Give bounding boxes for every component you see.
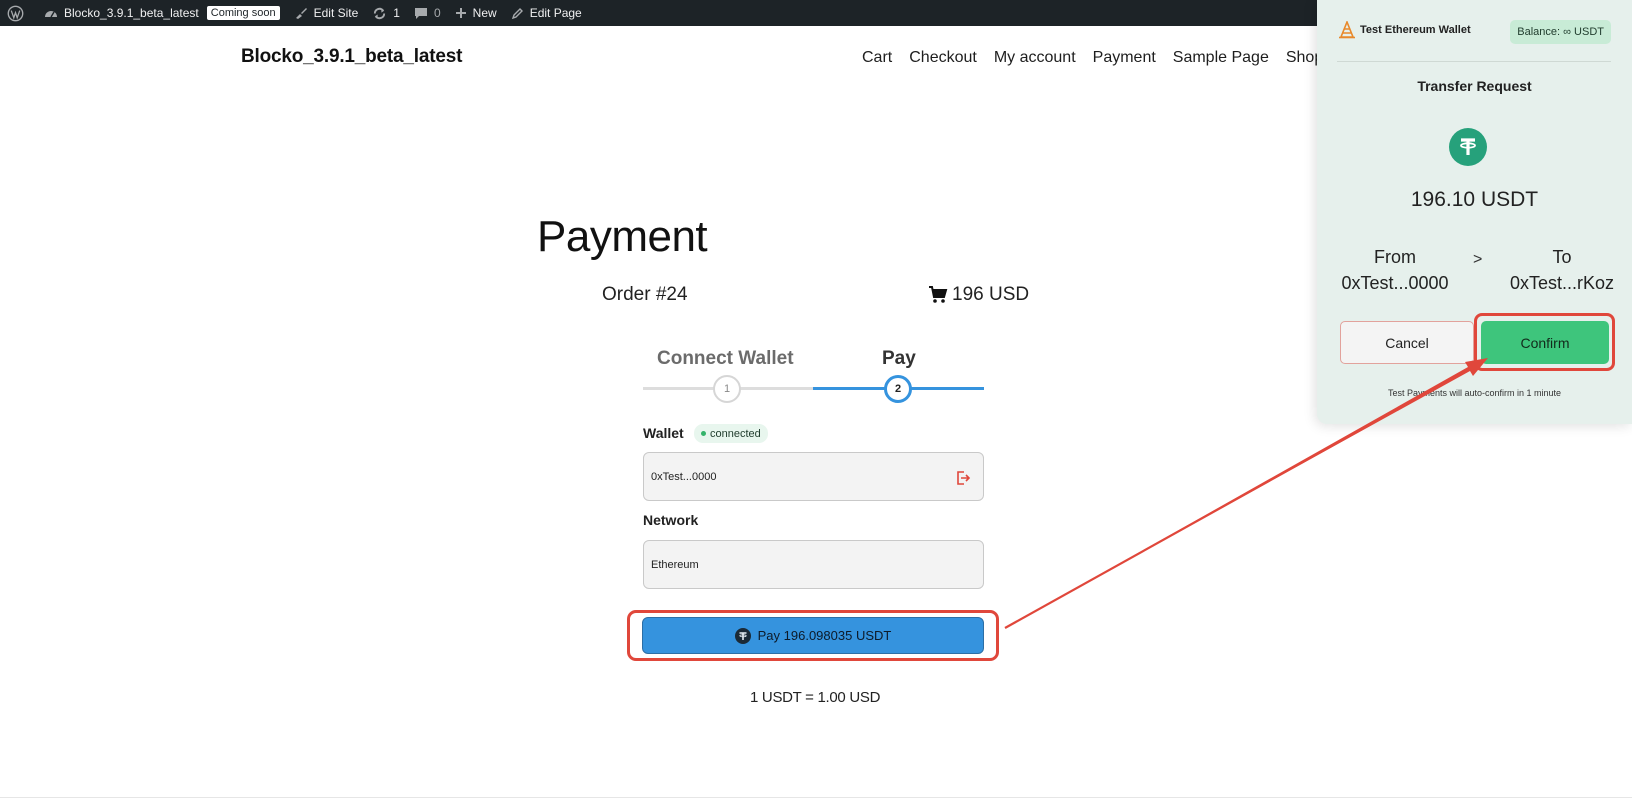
new-content-link[interactable]: New (448, 0, 504, 26)
comments-link[interactable]: 0 (407, 0, 448, 26)
auto-confirm-note: Test Payments will auto-confirm in 1 min… (1387, 388, 1562, 398)
transfer-amount: 196.10 USDT (1410, 188, 1539, 211)
nav-item-payment[interactable]: Payment (1093, 49, 1156, 67)
transfer-request-title: Transfer Request (1417, 78, 1532, 94)
updates-link[interactable]: 1 (365, 0, 407, 26)
network-label: Network (643, 512, 699, 528)
wallet-popup-header: Test Ethereum Wallet (1338, 21, 1471, 39)
step-pay-label: Pay (882, 348, 916, 369)
transfer-arrow: > (1473, 251, 1483, 268)
pay-button[interactable]: Pay 196.098035 USDT (642, 617, 984, 654)
edit-page-label: Edit Page (529, 6, 582, 20)
footer-divider (0, 797, 1632, 798)
wallet-address: 0xTest...0000 (651, 470, 717, 483)
tether-token-icon (1449, 128, 1487, 166)
from-label: From (1374, 247, 1416, 267)
nav-item-my-account[interactable]: My account (994, 49, 1076, 67)
pencil-icon (511, 7, 523, 19)
tether-icon (734, 627, 751, 644)
disconnect-icon[interactable] (955, 470, 971, 486)
step-1-indicator: 1 (713, 375, 741, 403)
comment-icon (414, 8, 427, 19)
cart-icon (929, 286, 948, 303)
exchange-rate: 1 USDT = 1.00 USD (750, 689, 881, 706)
connected-status: connected (710, 427, 761, 440)
page-title: Payment (537, 212, 708, 261)
step-2-indicator: 2 (884, 375, 912, 403)
updates-icon (374, 7, 386, 19)
wallet-popup-divider (1337, 61, 1611, 62)
plus-icon (455, 8, 466, 18)
wallet-label: Wallet (643, 425, 684, 441)
wordpress-icon (7, 5, 24, 21)
order-total: 196 USD (928, 284, 1029, 306)
pay-button-label: Pay 196.098035 USDT (757, 628, 892, 643)
to-label: To (1552, 247, 1572, 267)
coming-soon-badge[interactable]: Coming soon (206, 6, 280, 20)
order-total-amount: 196 USD (952, 284, 1030, 305)
step-connect-wallet-label: Connect Wallet (657, 348, 794, 369)
transfer-to: To 0xTest...rKoz (1502, 244, 1622, 296)
status-dot-icon (701, 431, 706, 436)
primary-nav: Cart Checkout My account Payment Sample … (862, 49, 1323, 67)
wordpress-logo-button[interactable] (0, 0, 37, 26)
nav-item-checkout[interactable]: Checkout (909, 49, 977, 67)
wallet-popup: Test Ethereum Wallet Balance: ∞ USDT Tra… (1317, 0, 1632, 424)
admin-site-name: Blocko_3.9.1_beta_latest (64, 6, 199, 20)
screen: Blocko_3.9.1_beta_latest Coming soon Edi… (0, 0, 1632, 801)
updates-count: 1 (393, 6, 400, 20)
to-address: 0xTest...rKoz (1509, 273, 1615, 293)
edit-site-link[interactable]: Edit Site (287, 0, 366, 26)
wallet-balance-badge: Balance: ∞ USDT (1510, 20, 1611, 44)
edit-site-label: Edit Site (313, 6, 359, 20)
network-value: Ethereum (651, 558, 699, 571)
nav-item-sample-page[interactable]: Sample Page (1173, 49, 1269, 67)
network-select[interactable]: Ethereum (643, 540, 984, 589)
admin-site-name-link[interactable]: Blocko_3.9.1_beta_latest Coming soon (37, 0, 287, 26)
wallet-address-field[interactable]: 0xTest...0000 (643, 452, 984, 501)
dashboard-icon (45, 11, 57, 18)
from-address: 0xTest...0000 (1341, 273, 1449, 293)
confirm-button[interactable]: Confirm (1481, 321, 1609, 364)
nav-item-cart[interactable]: Cart (862, 49, 892, 67)
edit-page-link[interactable]: Edit Page (504, 0, 589, 26)
site-title[interactable]: Blocko_3.9.1_beta_latest (241, 46, 462, 68)
new-label: New (472, 6, 497, 20)
order-number: Order #24 (602, 284, 688, 305)
brush-icon (295, 8, 307, 19)
wallet-name: Test Ethereum Wallet (1360, 24, 1471, 36)
connected-badge: connected (694, 424, 768, 443)
traffic-cone-icon (1339, 21, 1355, 39)
transfer-from: From 0xTest...0000 (1335, 244, 1455, 296)
comments-count: 0 (433, 6, 441, 20)
cancel-button[interactable]: Cancel (1340, 321, 1474, 364)
